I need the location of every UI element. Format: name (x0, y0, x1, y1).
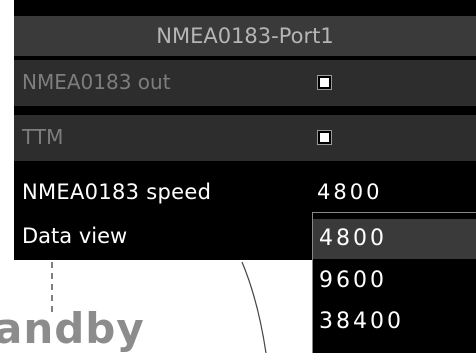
speed-dropdown[interactable]: 4800 9600 38400 (312, 212, 476, 353)
radar-range-arc (241, 261, 267, 353)
speed-option-9600[interactable]: 9600 (313, 261, 476, 301)
menu-row-ttm[interactable]: TTM (14, 115, 476, 161)
checkbox-fill (320, 78, 329, 87)
nmea-speed-label: NMEA0183 speed (22, 180, 212, 204)
checkbox-fill (320, 133, 329, 142)
ttm-label: TTM (22, 125, 64, 149)
data-view-label: Data view (22, 224, 128, 248)
menu-row-nmea-out[interactable]: NMEA0183 out (14, 60, 476, 106)
ttm-checkbox[interactable] (317, 130, 332, 145)
menu-row-nmea-speed[interactable]: NMEA0183 speed 4800 (14, 174, 476, 214)
nmea-speed-value[interactable]: 4800 (317, 180, 382, 204)
nmea-out-label: NMEA0183 out (22, 70, 171, 94)
speed-option-4800[interactable]: 4800 (313, 219, 476, 259)
speed-option-38400[interactable]: 38400 (313, 302, 476, 342)
nmea-out-checkbox[interactable] (317, 75, 332, 90)
menu-title: NMEA0183-Port1 (14, 16, 476, 56)
standby-text: andby (0, 304, 145, 353)
